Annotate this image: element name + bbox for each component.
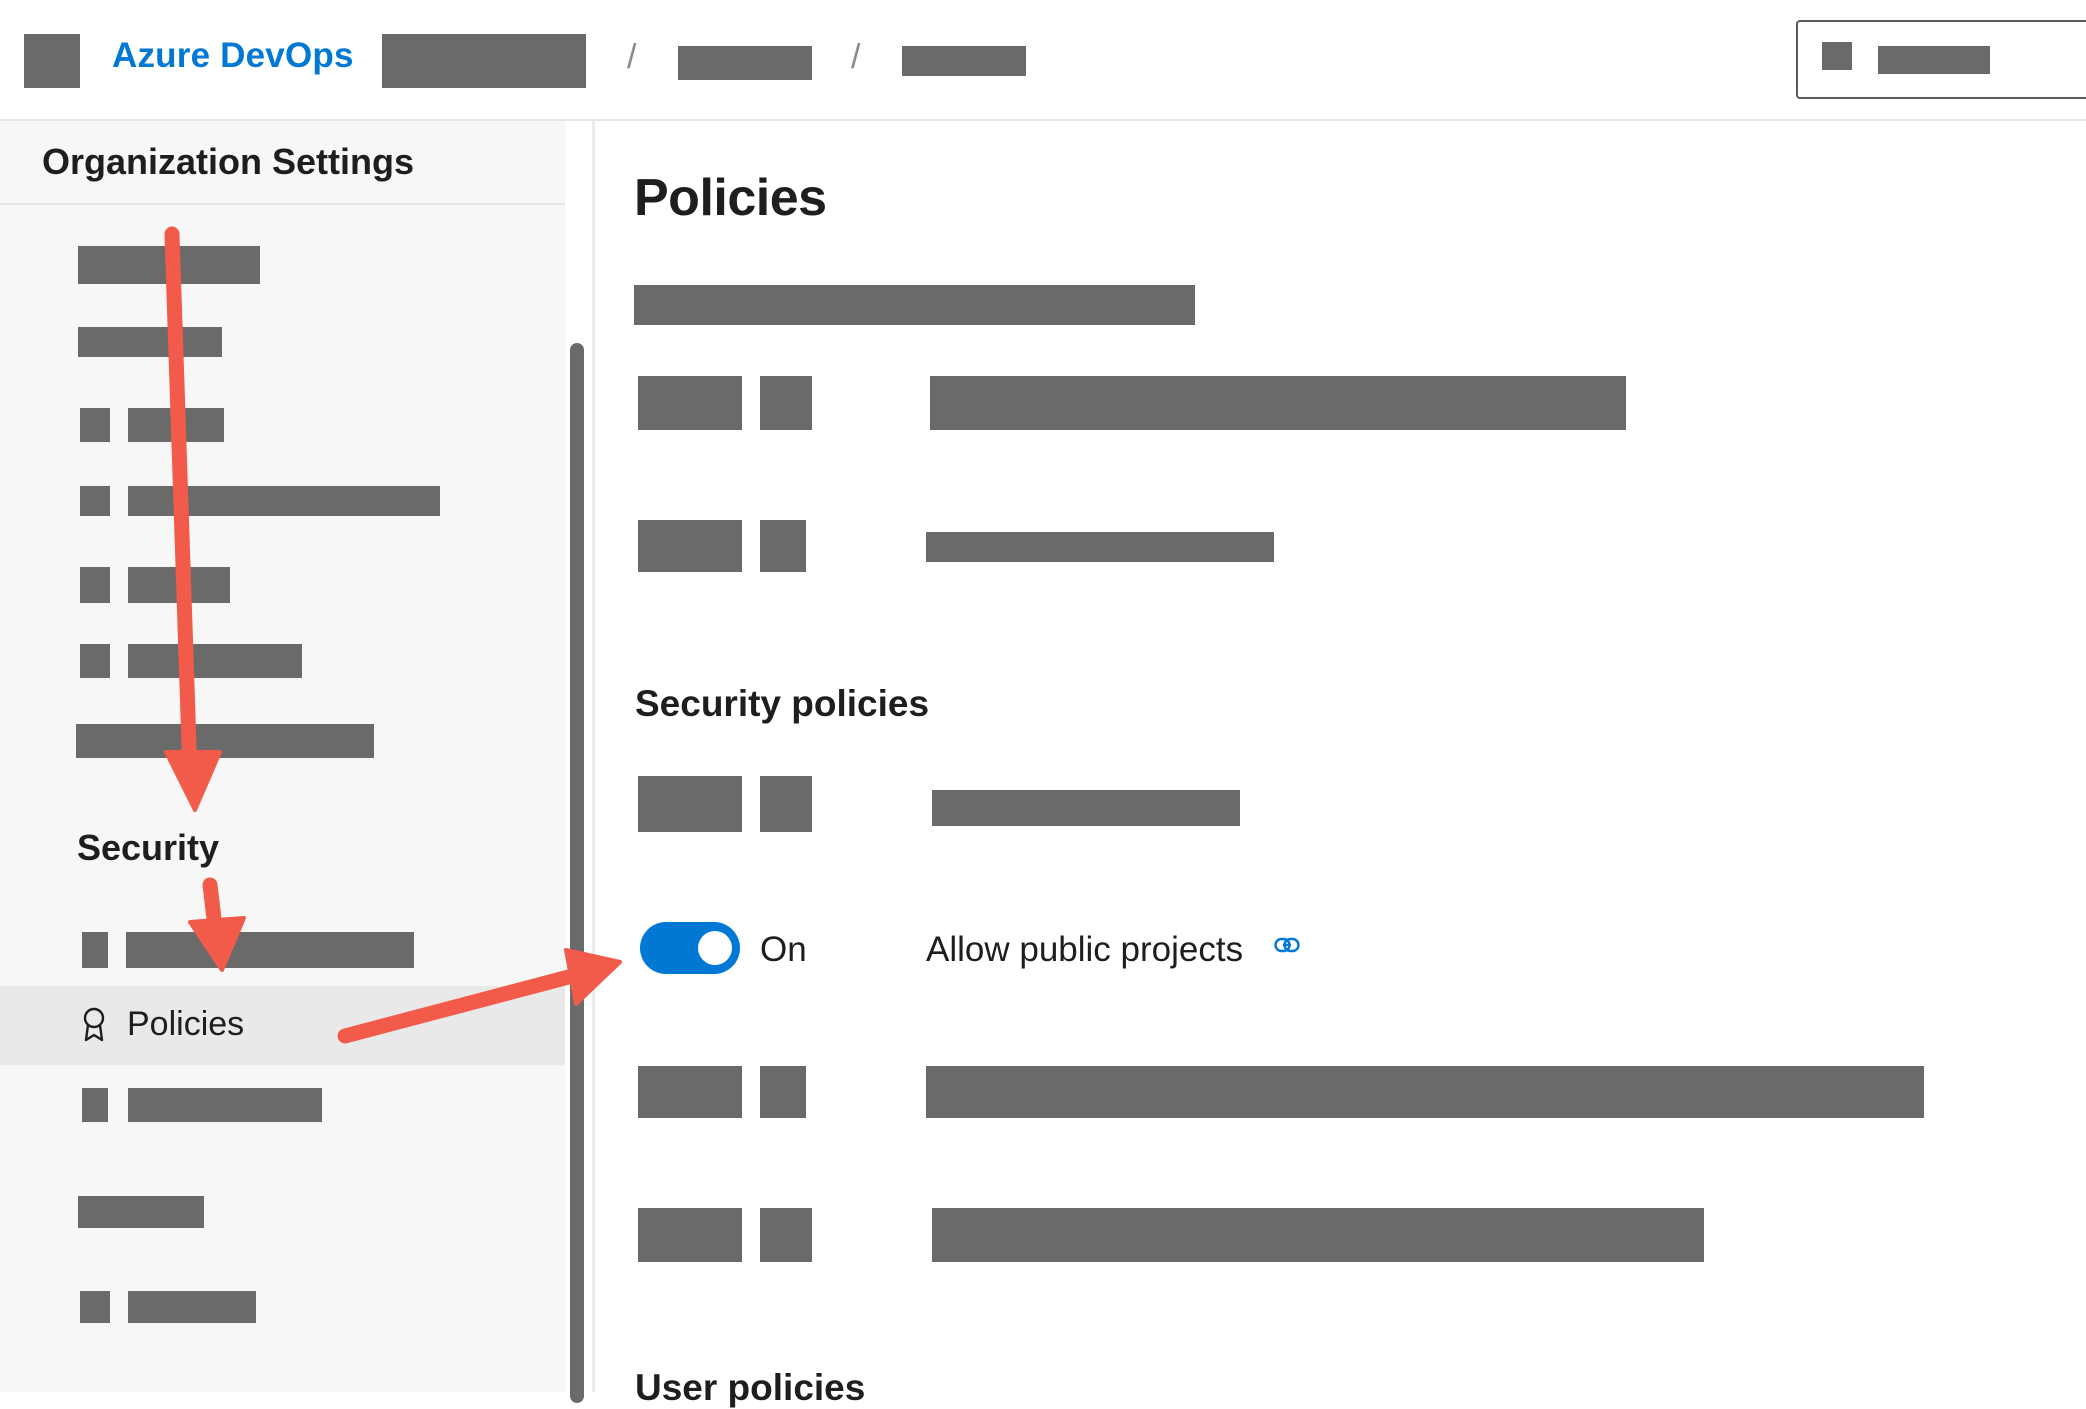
sidebar-item-policies[interactable]: Policies [0, 986, 565, 1065]
policy-toggle[interactable] [638, 776, 742, 832]
settings-sidebar: Organization Settings Security Policies [0, 121, 565, 1392]
sidebar-item-icon [82, 932, 108, 968]
section-heading: Security policies [635, 683, 930, 724]
breadcrumb-separator: / [627, 38, 637, 76]
policy-label [930, 376, 1626, 430]
sidebar-item[interactable] [78, 246, 260, 284]
ribbon-icon [83, 1007, 105, 1042]
breadcrumb-separator: / [851, 38, 861, 76]
policy-label [932, 1208, 1704, 1262]
sidebar-item[interactable] [128, 644, 302, 678]
policy-toggle-state [760, 1066, 806, 1118]
policy-label [932, 790, 1240, 826]
breadcrumb-current [902, 46, 1026, 76]
breadcrumb-organization[interactable] [382, 34, 586, 88]
sidebar-item-icon [80, 486, 110, 516]
panel-divider [592, 121, 595, 1392]
sidebar-item[interactable] [78, 1196, 204, 1228]
allow-public-projects-label: Allow public projects [926, 930, 1244, 969]
sidebar-item[interactable] [128, 1088, 322, 1122]
policy-toggle-state [760, 520, 806, 572]
sidebar-divider [0, 203, 565, 205]
policy-toggle[interactable] [638, 1066, 742, 1118]
policy-toggle[interactable] [638, 520, 742, 572]
search-input[interactable] [1796, 20, 2086, 99]
search-placeholder [1878, 46, 1990, 74]
sidebar-item-icon [80, 408, 110, 442]
page-description [634, 285, 1195, 325]
policy-toggle[interactable] [638, 1208, 742, 1262]
sidebar-item-label: Policies [127, 1005, 245, 1043]
policy-label [926, 1066, 1924, 1118]
sidebar-item[interactable] [128, 1291, 256, 1323]
allow-public-projects-toggle[interactable] [640, 922, 740, 974]
toggle-knob [698, 931, 732, 965]
sidebar-section-heading: Security [77, 827, 220, 868]
section-heading: User policies [635, 1367, 866, 1408]
sidebar-item-icon [82, 1088, 108, 1122]
sidebar-item-icon [80, 1291, 110, 1323]
sidebar-item-icon [80, 644, 110, 678]
sidebar-item[interactable] [126, 932, 414, 968]
toggle-state-label: On [760, 930, 807, 969]
sidebar-item[interactable] [76, 724, 374, 758]
sidebar-item[interactable] [78, 327, 222, 357]
page-title: Policies [634, 169, 827, 227]
breadcrumb-settings[interactable] [678, 46, 812, 80]
sidebar-scrollbar[interactable] [570, 343, 584, 1403]
search-icon [1822, 42, 1852, 70]
policy-toggle-state [760, 376, 812, 430]
org-logo-icon[interactable] [24, 34, 80, 88]
sidebar-item[interactable] [128, 567, 230, 603]
policy-toggle[interactable] [638, 376, 742, 430]
sidebar-item[interactable] [128, 408, 224, 442]
sidebar-item-icon [80, 567, 110, 603]
link-icon[interactable] [1274, 937, 1300, 953]
policy-toggle-state [760, 776, 812, 832]
policy-toggle-state [760, 1208, 812, 1262]
sidebar-title: Organization Settings [42, 141, 415, 182]
top-bar: Azure DevOps / / [0, 0, 2086, 121]
app-name[interactable]: Azure DevOps [112, 36, 354, 76]
sidebar-item[interactable] [128, 486, 440, 516]
policy-label [926, 532, 1274, 562]
